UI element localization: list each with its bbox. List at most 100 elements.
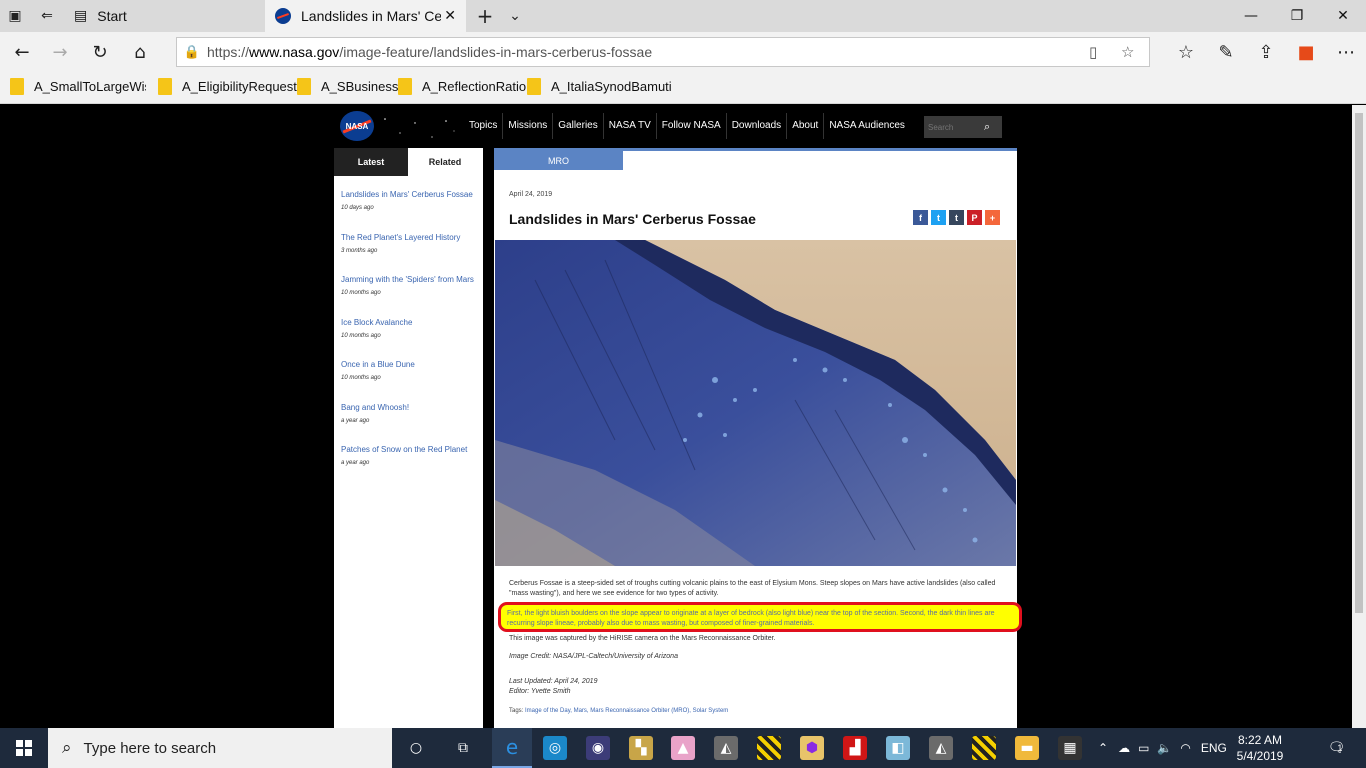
python-icon[interactable]: ▚ bbox=[629, 736, 653, 760]
tab-start[interactable]: ▤ Start bbox=[66, 0, 262, 32]
nasa-logo[interactable]: NASA bbox=[340, 111, 374, 141]
list-item-title[interactable]: The Red Planet's Layered History bbox=[341, 232, 479, 243]
list-item[interactable]: Ice Block Avalanche 10 months ago bbox=[341, 317, 479, 339]
reading-view-icon[interactable]: ▯ bbox=[1089, 43, 1097, 61]
address-toolbar: ← → ↻ ⌂ 🔒 https://www.nasa.gov/image-fea… bbox=[0, 32, 1366, 72]
list-item[interactable]: Bang and Whoosh! a year ago bbox=[341, 402, 479, 424]
list-item-title[interactable]: Once in a Blue Dune bbox=[341, 359, 479, 370]
scrollbar[interactable] bbox=[1352, 105, 1366, 728]
nav-galleries[interactable]: Galleries bbox=[552, 113, 602, 139]
chevron-down-icon[interactable]: ⌄ bbox=[500, 0, 530, 32]
folder-icon bbox=[398, 78, 412, 95]
new-tab-icon[interactable]: + bbox=[470, 0, 500, 32]
list-item[interactable]: The Red Planet's Layered History 3 months… bbox=[341, 232, 479, 254]
tab-actions-icon[interactable]: ▣ bbox=[0, 0, 30, 32]
task-view-icon[interactable]: ⧉ bbox=[451, 736, 475, 760]
favorite-folder[interactable]: A_ItaliaSynodBamuti bbox=[527, 78, 672, 95]
list-item-title[interactable]: Jamming with the 'Spiders' from Mars bbox=[341, 274, 479, 285]
nav-topics[interactable]: Topics bbox=[464, 113, 502, 139]
nav-nasa-tv[interactable]: NASA TV bbox=[602, 113, 656, 139]
action-center-icon[interactable]: 🗨 1 bbox=[1320, 736, 1350, 760]
onedrive-icon[interactable]: ☁ bbox=[1118, 741, 1130, 755]
minimize-icon[interactable]: — bbox=[1228, 0, 1274, 32]
pen-icon[interactable]: ✎ bbox=[1206, 32, 1246, 72]
eclipse-icon[interactable]: ◉ bbox=[586, 736, 610, 760]
pinterest-icon[interactable]: P bbox=[967, 210, 982, 225]
taskbar-search-placeholder: Type here to search bbox=[83, 739, 217, 757]
nav-missions[interactable]: Missions bbox=[502, 113, 552, 139]
add-share-icon[interactable]: + bbox=[985, 210, 1000, 225]
home-icon[interactable]: ⌂ bbox=[120, 32, 160, 72]
list-item-date: 3 months ago bbox=[341, 248, 378, 254]
search-icon[interactable]: ⌕ bbox=[984, 120, 990, 134]
volume-icon[interactable]: 🔈 bbox=[1157, 741, 1172, 755]
scrollbar-thumb[interactable] bbox=[1355, 113, 1363, 613]
favorites-hub-icon[interactable]: ☆ bbox=[1166, 32, 1206, 72]
list-item-title[interactable]: Patches of Snow on the Red Planet bbox=[341, 444, 479, 455]
favorite-folder[interactable]: A_SBusiness bbox=[297, 78, 398, 95]
nav-about[interactable]: About bbox=[786, 113, 823, 139]
list-item-title[interactable]: Ice Block Avalanche bbox=[341, 317, 479, 328]
tag-links[interactable]: Image of the Day, Mars, Mars Reconnaissa… bbox=[525, 708, 728, 714]
twitter-icon[interactable]: t bbox=[931, 210, 946, 225]
favorite-folder[interactable]: A_SmallToLargeWisdo bbox=[10, 78, 146, 95]
network-icon[interactable]: ◠ bbox=[1180, 741, 1190, 755]
office-extension-icon[interactable]: ■ bbox=[1286, 32, 1326, 72]
favorite-star-icon[interactable]: ☆ bbox=[1121, 43, 1134, 61]
nav-downloads[interactable]: Downloads bbox=[725, 113, 786, 139]
list-item[interactable]: Once in a Blue Dune 10 months ago bbox=[341, 359, 479, 381]
start-button[interactable] bbox=[0, 728, 48, 768]
mars-landslide-image[interactable] bbox=[495, 240, 1016, 566]
forward-icon[interactable]: → bbox=[40, 32, 80, 72]
app-icon[interactable]: ⬢ bbox=[800, 736, 824, 760]
close-window-icon[interactable]: ✕ bbox=[1320, 0, 1366, 32]
site-navigation: Topics Missions Galleries NASA TV Follow… bbox=[464, 113, 910, 139]
clock-time: 8:22 AM bbox=[1237, 733, 1283, 747]
tab-nasa-article[interactable]: Landslides in Mars' Cerb ✕ bbox=[265, 0, 466, 32]
app-icon[interactable] bbox=[972, 736, 996, 760]
back-icon[interactable]: ← bbox=[2, 32, 42, 72]
app-icon[interactable]: ◎ bbox=[543, 736, 567, 760]
site-search-input[interactable] bbox=[924, 122, 984, 132]
facebook-icon[interactable]: f bbox=[913, 210, 928, 225]
tab-related[interactable]: Related bbox=[408, 148, 482, 176]
app-icon[interactable]: ▟ bbox=[843, 736, 867, 760]
nav-follow-nasa[interactable]: Follow NASA bbox=[655, 113, 726, 139]
app-icon[interactable]: ▲ bbox=[671, 736, 695, 760]
chevron-up-icon[interactable]: ⌃ bbox=[1098, 741, 1108, 755]
list-item[interactable]: Landslides in Mars' Cerberus Fossae 10 da… bbox=[341, 189, 479, 211]
favorite-folder[interactable]: A_ReflectionRatio bbox=[398, 78, 526, 95]
battery-icon[interactable]: ▭ bbox=[1138, 741, 1149, 755]
clock[interactable]: 8:22 AM 5/4/2019 bbox=[1222, 732, 1298, 764]
close-tab-icon[interactable]: ✕ bbox=[444, 8, 456, 24]
share-icon[interactable]: ⇪ bbox=[1246, 32, 1286, 72]
edge-icon[interactable]: e bbox=[492, 728, 532, 768]
tab-latest[interactable]: Latest bbox=[334, 148, 408, 176]
list-item[interactable]: Patches of Snow on the Red Planet a year … bbox=[341, 444, 479, 466]
cortana-icon[interactable]: ○ bbox=[404, 736, 428, 760]
refresh-icon[interactable]: ↻ bbox=[80, 32, 120, 72]
list-item-title[interactable]: Landslides in Mars' Cerberus Fossae bbox=[341, 189, 479, 200]
more-icon[interactable]: ⋯ bbox=[1326, 32, 1366, 72]
category-tab[interactable]: MRO bbox=[494, 151, 623, 170]
restore-icon[interactable]: ❐ bbox=[1274, 0, 1320, 32]
app-icon[interactable]: ◧ bbox=[886, 736, 910, 760]
video-editor-icon[interactable]: ▦ bbox=[1058, 736, 1082, 760]
address-bar[interactable]: 🔒 https://www.nasa.gov/image-feature/lan… bbox=[176, 37, 1150, 67]
list-item-date: 10 days ago bbox=[341, 205, 374, 211]
favorite-folder[interactable]: A_EligibilityRequest bbox=[158, 78, 297, 95]
app-icon[interactable] bbox=[757, 736, 781, 760]
starfield-decoration bbox=[384, 118, 455, 138]
favorites-bar: A_SmallToLargeWisdo A_EligibilityRequest… bbox=[0, 72, 1366, 104]
app-icon[interactable]: ◭ bbox=[714, 736, 738, 760]
app-icon[interactable]: ◭ bbox=[929, 736, 953, 760]
editor: Editor: Yvette Smith bbox=[509, 688, 571, 695]
set-aside-tabs-icon[interactable]: ⇐ bbox=[32, 0, 62, 32]
nav-nasa-audiences[interactable]: NASA Audiences bbox=[823, 113, 910, 139]
list-item-title[interactable]: Bang and Whoosh! bbox=[341, 402, 479, 413]
list-item-date: 10 months ago bbox=[341, 333, 381, 339]
file-explorer-icon[interactable]: ▬ bbox=[1015, 736, 1039, 760]
tumblr-icon[interactable]: t bbox=[949, 210, 964, 225]
list-item[interactable]: Jamming with the 'Spiders' from Mars 10 m… bbox=[341, 274, 479, 296]
taskbar-search[interactable]: ⌕ Type here to search bbox=[48, 728, 392, 768]
